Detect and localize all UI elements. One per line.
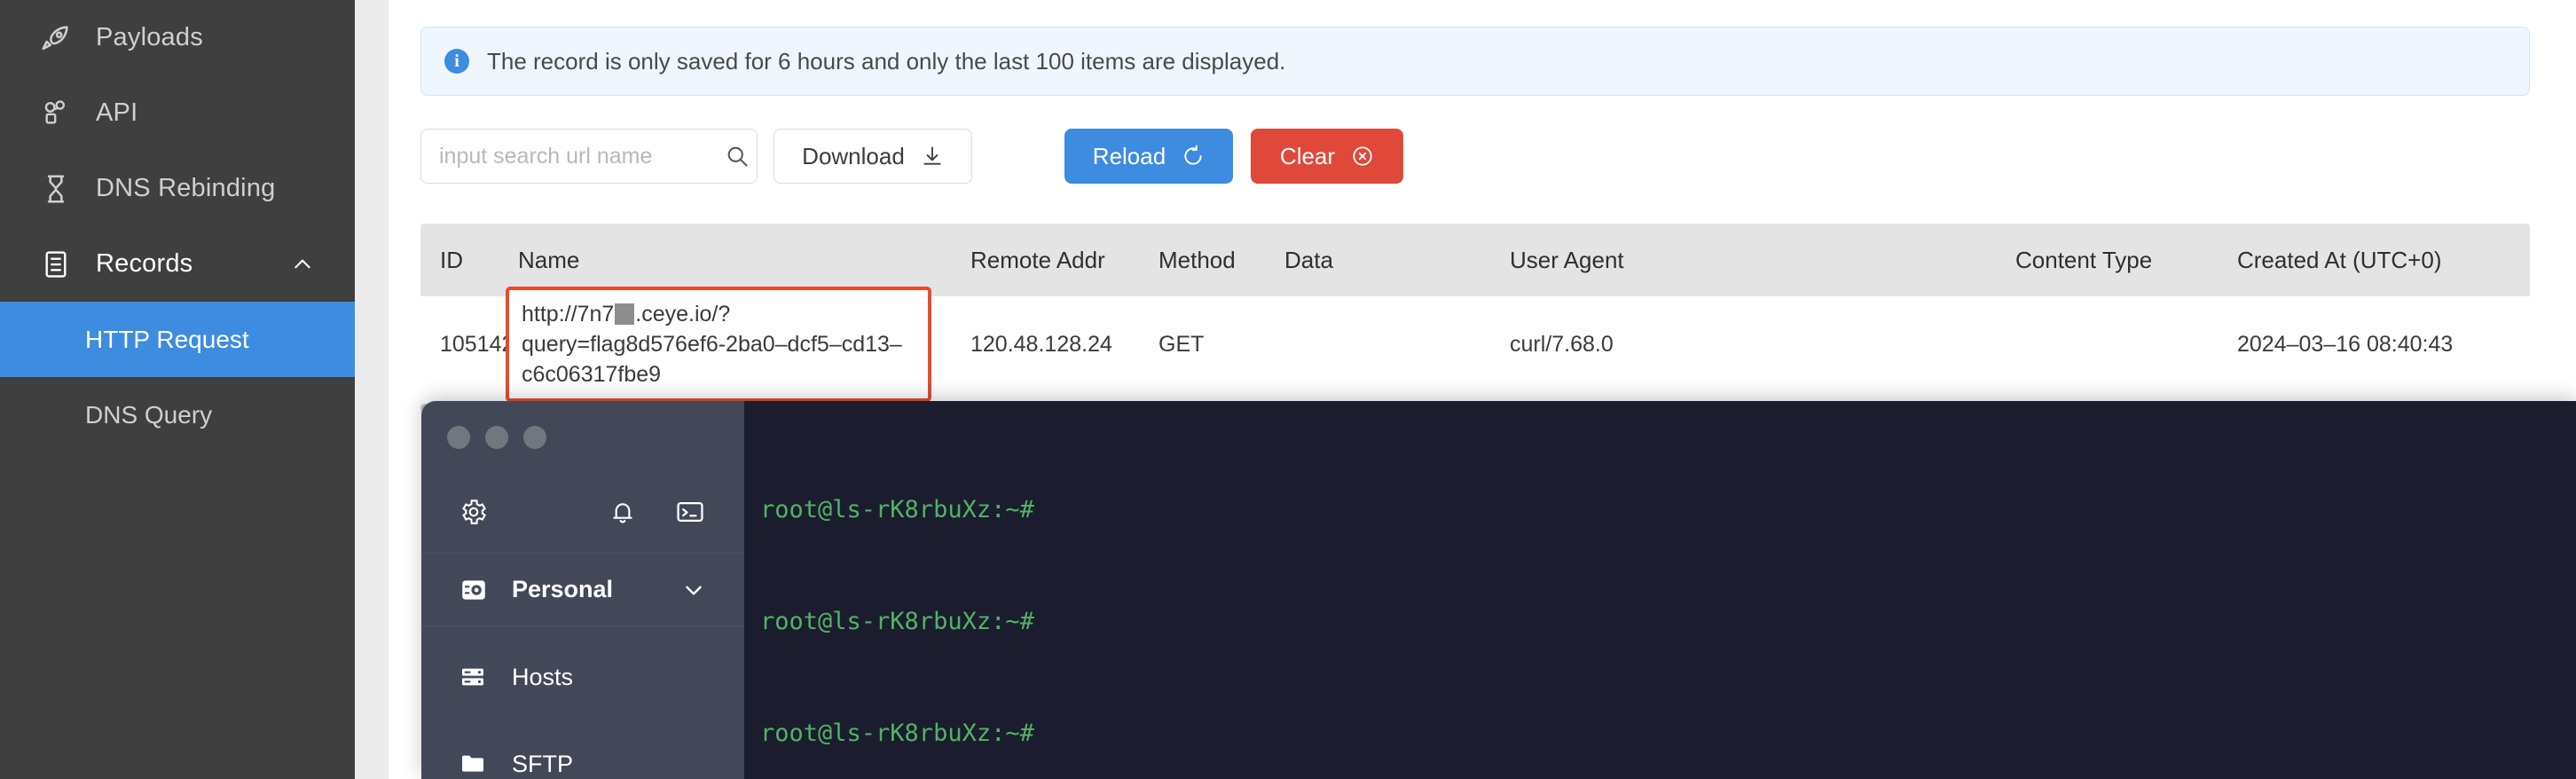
terminal-window: Personal Hosts SFTP root@ls-rK8rbuXz:~# …: [421, 401, 2576, 779]
reload-button-label: Reload: [1092, 142, 1166, 169]
terminal-prompt-line: root@ls-rK8rbuXz:~#: [760, 496, 1034, 523]
search-input[interactable]: [439, 143, 725, 169]
server-icon: [459, 663, 487, 691]
hourglass-icon: [39, 172, 73, 206]
terminal-nav-label: Hosts: [512, 663, 574, 690]
download-button-label: Download: [802, 142, 905, 169]
app-root: Payloads API DNS Rebinding Records HTTP …: [0, 0, 2576, 779]
column-header-id[interactable]: ID: [420, 247, 518, 274]
url-prefix: http://7n7: [522, 302, 615, 327]
sidebar-subitem-label: HTTP Request: [85, 325, 249, 353]
terminal-sidebar: Personal Hosts SFTP: [421, 401, 744, 779]
records-toolbar: Download Reload Clear: [420, 129, 1403, 184]
sidebar-item-api[interactable]: API: [0, 75, 355, 151]
sidebar-subitem-label: DNS Query: [85, 400, 213, 429]
safe-box-icon: [459, 575, 489, 605]
info-banner: i The record is only saved for 6 hours a…: [420, 27, 2530, 96]
cell-id: 105142512: [440, 331, 552, 357]
window-traffic-lights[interactable]: [421, 401, 744, 449]
table-row[interactable]: 105142512 http://7n7 .ceye.io/?query=flag…: [420, 287, 2530, 402]
terminal-prompt-line: root@ls-rK8rbuXz:~#: [760, 720, 1034, 747]
search-input-wrapper[interactable]: [420, 129, 758, 184]
cell-user-agent: curl/7.68.0: [1510, 331, 1614, 357]
column-header-method[interactable]: Method: [1158, 247, 1284, 274]
api-nodes-icon: [39, 97, 73, 130]
sidebar-item-http-request[interactable]: HTTP Request: [0, 302, 355, 377]
server-records-icon: [39, 248, 73, 281]
cell-method: GET: [1158, 331, 1205, 357]
folder-icon: [459, 750, 487, 778]
terminal-body[interactable]: root@ls-rK8rbuXz:~# root@ls-rK8rbuXz:~# …: [744, 401, 2576, 779]
records-table: ID Name Remote Addr Method Data User Age…: [420, 224, 2530, 402]
close-window-button[interactable]: [447, 426, 470, 449]
column-header-created-at[interactable]: Created At (UTC+0): [2237, 247, 2503, 274]
clear-button-label: Clear: [1279, 142, 1336, 169]
terminal-group-personal[interactable]: Personal: [421, 554, 744, 626]
redaction-block: [615, 303, 635, 325]
terminal-output: root@ls-rK8rbuXz:~# root@ls-rK8rbuXz:~# …: [760, 417, 1979, 779]
cell-remote-addr: 120.48.128.24: [970, 331, 1112, 357]
chevron-up-icon[interactable]: [291, 253, 314, 276]
sidebar-item-dns-rebinding[interactable]: DNS Rebinding: [0, 151, 355, 226]
terminal-toolbar: [421, 470, 744, 554]
terminal-group-label: Personal: [512, 576, 614, 602]
sidebar-item-records[interactable]: Records: [0, 226, 355, 302]
column-header-name[interactable]: Name: [518, 247, 970, 274]
sidebar-item-payloads[interactable]: Payloads: [0, 0, 355, 75]
highlighted-url: http://7n7 .ceye.io/?query=flag8d576ef6-2…: [506, 287, 931, 402]
rocket-icon: [39, 21, 73, 55]
close-circle-icon: [1351, 145, 1374, 168]
cell-name: http://7n7 .ceye.io/?query=flag8d576ef6-2…: [506, 287, 970, 402]
chevron-down-icon[interactable]: [682, 578, 705, 602]
maximize-window-button[interactable]: [523, 426, 546, 449]
terminal-nav-hosts[interactable]: Hosts: [421, 641, 744, 713]
refresh-icon: [1182, 145, 1205, 168]
reload-button[interactable]: Reload: [1064, 129, 1233, 184]
terminal-icon[interactable]: [675, 497, 705, 527]
info-icon: i: [444, 49, 469, 74]
bell-icon[interactable]: [608, 497, 638, 527]
column-header-user-agent[interactable]: User Agent: [1510, 247, 2015, 274]
terminal-nav-label: SFTP: [512, 750, 574, 777]
column-header-data[interactable]: Data: [1284, 247, 1510, 274]
clear-button[interactable]: Clear: [1251, 129, 1403, 184]
minimize-window-button[interactable]: [485, 426, 508, 449]
terminal-prompt-line: root@ls-rK8rbuXz:~#: [760, 608, 1034, 635]
search-icon[interactable]: [725, 144, 750, 169]
sidebar-item-label: DNS Rebinding: [96, 174, 276, 202]
gear-icon[interactable]: [459, 497, 489, 527]
sidebar-item-label: Records: [96, 249, 193, 278]
sidebar-item-label: Payloads: [96, 23, 203, 51]
terminal-nav-sftp[interactable]: SFTP: [421, 728, 744, 779]
download-button[interactable]: Download: [774, 129, 972, 184]
table-header-row: ID Name Remote Addr Method Data User Age…: [420, 224, 2530, 296]
app-sidebar: Payloads API DNS Rebinding Records HTTP …: [0, 0, 355, 779]
download-icon: [921, 145, 944, 168]
column-header-content-type[interactable]: Content Type: [2015, 247, 2237, 274]
sidebar-item-dns-query[interactable]: DNS Query: [0, 377, 355, 452]
sidebar-item-label: API: [96, 98, 138, 127]
column-header-remote-addr[interactable]: Remote Addr: [970, 247, 1158, 274]
cell-created-at: 2024–03–16 08:40:43: [2237, 331, 2454, 357]
info-banner-text: The record is only saved for 6 hours and…: [487, 47, 1286, 75]
